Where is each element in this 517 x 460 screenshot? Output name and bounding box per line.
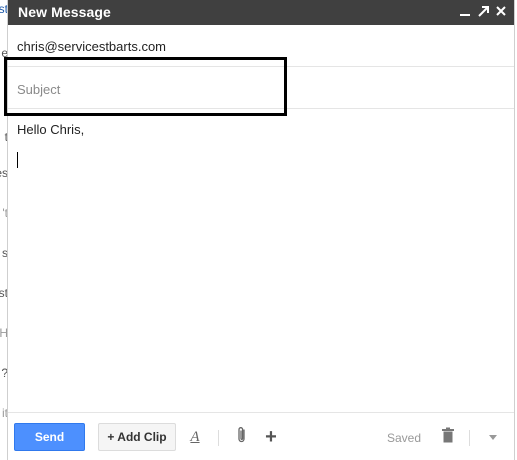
attach-files-button[interactable] [233,426,251,449]
compose-titlebar[interactable]: New Message [8,0,514,25]
trash-icon [441,427,455,448]
toolbar-divider [469,430,470,446]
minimize-icon [459,4,471,18]
send-button[interactable]: Send [14,423,85,451]
recipient-email[interactable]: chris@servicestbarts.com [17,39,166,54]
add-clip-button[interactable]: + Add Clip [98,423,176,451]
popout-button[interactable] [476,2,490,20]
compose-window: New Message chris@servicestbarts.com Sub… [4,0,515,460]
message-body[interactable]: Hello Chris, [8,110,514,412]
formatting-options-icon[interactable]: A [186,427,204,447]
discard-draft-button[interactable] [439,427,457,447]
compose-title: New Message [18,4,111,20]
subject-input[interactable] [17,80,497,98]
message-greeting: Hello Chris, [17,122,85,137]
close-icon [495,4,507,18]
compose-screen: st e t es 't s st H ? it New Message [0,0,517,460]
saved-status: Saved [387,431,422,445]
more-insert-options-button[interactable]: + [262,427,280,447]
window-controls [458,2,508,20]
text-caret [17,152,18,168]
recipients-row[interactable]: chris@servicestbarts.com [8,25,514,67]
toolbar-divider [218,430,219,446]
close-button[interactable] [494,2,508,20]
paperclip-icon [236,426,248,449]
more-options-button[interactable] [484,427,502,447]
chevron-down-icon [488,428,498,446]
popout-icon [477,4,489,18]
subject-row [8,67,514,109]
compose-toolbar: Send + Add Clip A + Saved [8,412,514,460]
minimize-button[interactable] [458,2,472,20]
